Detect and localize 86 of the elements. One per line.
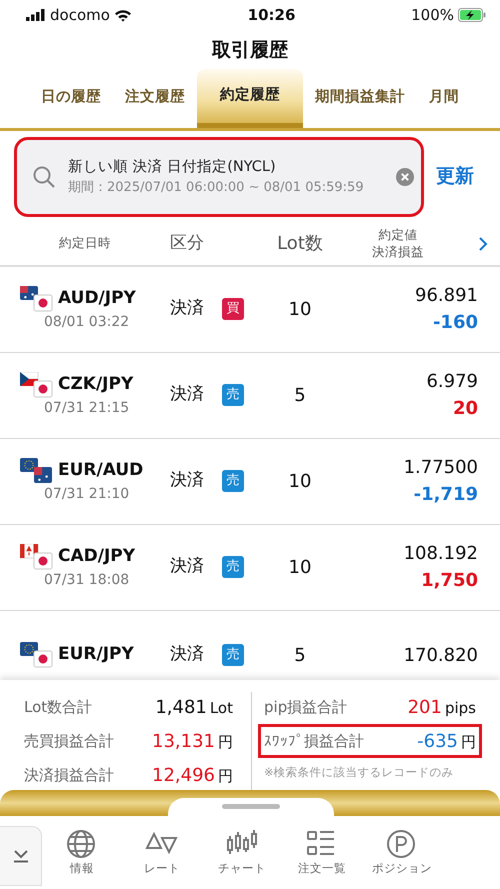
summary-label: 決済損益合計 (24, 764, 114, 786)
summary-unit: 円 (461, 732, 476, 750)
search-field[interactable]: 新しい順 決済 日付指定(NYCL) 期間：2025/07/01 06:00:00 ~ 08/01 05:59:59 (16, 138, 422, 214)
trade-type: 決済 (170, 297, 204, 320)
lot-count: 10 (288, 470, 312, 494)
trade-type: 決済 (170, 469, 204, 492)
side-tag: 売 (222, 644, 244, 666)
summary-value: -635 (417, 730, 458, 752)
collapse-icon (12, 849, 28, 863)
side-tag: 買 (222, 298, 244, 320)
profit-loss: -1,719 (412, 483, 478, 507)
currency-flags-icon (20, 286, 54, 312)
signal-icon (26, 9, 46, 21)
tab[interactable]: 月間 (417, 68, 471, 128)
trade-price: 6.979 (425, 370, 478, 394)
collapse-button[interactable] (0, 826, 42, 886)
column-header: Lot数 (276, 232, 324, 256)
clear-icon[interactable] (396, 168, 414, 186)
clock-time: 10:26 (248, 4, 296, 26)
nav-tab[interactable]: チャート (202, 828, 282, 878)
tab[interactable]: 注文履歴 (113, 68, 197, 128)
nav-tab[interactable]: 情報 (42, 828, 122, 878)
summary-label: 売買損益合計 (24, 730, 114, 752)
currency-pair: AUD/JPY (58, 286, 136, 310)
summary-value: 13,131 (152, 730, 215, 752)
search-period: 期間：2025/07/01 06:00:00 ~ 08/01 05:59:59 (68, 178, 365, 196)
trade-time: 08/01 03:22 (43, 312, 130, 332)
column-header: 約定日時 (58, 234, 112, 252)
profit-loss: 1,750 (420, 569, 478, 593)
nav-tab[interactable]: 注文一覧 (282, 828, 362, 878)
trade-time: 07/31 18:08 (43, 570, 130, 590)
column-header: 決済損益 (372, 244, 424, 260)
search-icon (32, 164, 56, 188)
summary-unit: pips (444, 698, 476, 716)
nav-tab[interactable]: ポジション (362, 828, 442, 878)
currency-pair: EUR/JPY (58, 643, 134, 666)
nav-tab[interactable]: レート (122, 828, 202, 878)
summary-value: 1,481 (155, 696, 207, 718)
drawer-handle-bar[interactable] (0, 790, 500, 816)
currency-flags-icon (20, 458, 54, 484)
screen-title: 取引履歴 (210, 38, 289, 63)
note-text: ※検索条件に該当するレコードのみ (263, 764, 455, 781)
column-header: 区分 (169, 232, 205, 255)
chevron-right-icon[interactable] (478, 236, 488, 252)
summary-label: ｽﾜｯﾌﾟ損益合計 (264, 730, 364, 752)
lot-count: 10 (288, 556, 312, 580)
lot-count: 5 (293, 644, 307, 668)
tab[interactable]: 日の履歴 (29, 68, 113, 128)
summary-unit: 円 (218, 766, 233, 784)
tab[interactable]: 約定履歴 (197, 68, 303, 128)
summary-unit: 円 (218, 732, 233, 750)
lot-count: 5 (293, 384, 307, 408)
trade-type: 決済 (170, 643, 204, 666)
summary-label: pip損益合計 (264, 696, 348, 718)
summary-label: Lot数合計 (24, 696, 92, 718)
lot-count: 10 (288, 298, 312, 322)
profit-loss: -160 (432, 311, 478, 335)
trade-time: 07/31 21:10 (43, 484, 130, 504)
trade-price: 108.192 (402, 542, 478, 566)
battery-percent: 100% (411, 4, 454, 26)
currency-flags-icon (20, 544, 54, 570)
trade-type: 決済 (170, 383, 204, 406)
trade-price: 96.891 (414, 284, 478, 308)
tab[interactable]: 期間損益集計 (303, 68, 417, 128)
currency-flags-icon (20, 372, 54, 398)
battery-charging-icon (458, 8, 486, 22)
currency-flags-icon (20, 642, 54, 668)
side-tag: 売 (222, 384, 244, 406)
refresh-button[interactable]: 更新 (426, 162, 484, 191)
summary-value: 12,496 (152, 764, 215, 786)
trade-type: 決済 (170, 555, 204, 578)
currency-pair: CAD/JPY (58, 544, 136, 568)
trade-price: 1.77500 (402, 456, 478, 480)
side-tag: 売 (222, 470, 244, 492)
trade-time: 07/31 21:15 (43, 398, 130, 418)
summary-unit: Lot (210, 698, 233, 716)
search-query: 新しい順 決済 日付指定(NYCL) (68, 158, 277, 177)
currency-pair: CZK/JPY (58, 372, 134, 396)
column-header: 約定値 (378, 227, 418, 244)
carrier-name: docomo (50, 4, 110, 26)
profit-loss: 20 (452, 397, 478, 421)
wifi-icon (114, 8, 132, 22)
trade-price: 170.820 (402, 644, 478, 668)
side-tag: 売 (222, 556, 244, 578)
currency-pair: EUR/AUD (58, 458, 144, 482)
summary-value: 201 (408, 696, 442, 718)
